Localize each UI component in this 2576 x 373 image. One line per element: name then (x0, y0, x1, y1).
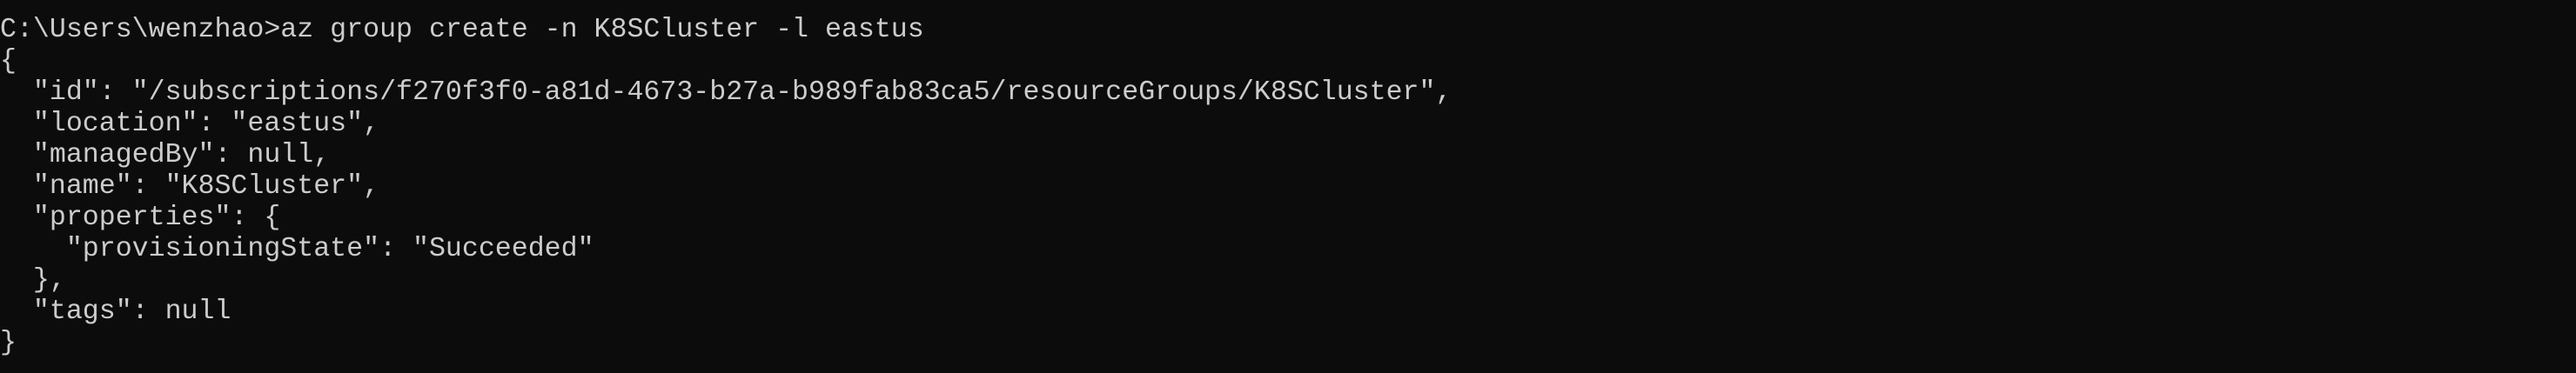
output-line: "properties": { (0, 203, 281, 233)
output-line: "name": "K8SCluster", (0, 171, 380, 202)
output-line: "tags": null (0, 296, 231, 327)
output-line: "location": "eastus", (0, 109, 380, 139)
output-line: "provisioningState": "Succeeded" (0, 234, 594, 264)
command-prompt-line: C:\Users\wenzhao>az group create -n K8SC… (0, 15, 924, 45)
output-line: } (0, 328, 17, 358)
output-line: "id": "/subscriptions/f270f3f0-a81d-4673… (0, 77, 1452, 108)
terminal-output[interactable]: C:\Users\wenzhao>az group create -n K8SC… (0, 0, 2576, 359)
output-line: }, (0, 265, 66, 296)
output-line: { (0, 46, 17, 77)
output-line: "managedBy": null, (0, 140, 331, 170)
